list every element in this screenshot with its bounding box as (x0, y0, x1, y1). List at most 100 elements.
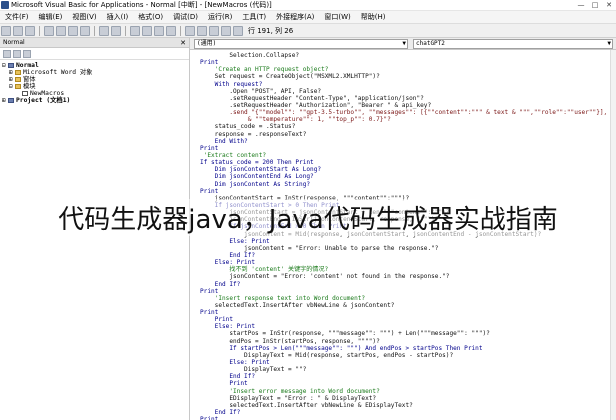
code-line: jsonContent = "Error: 'content' not foun… (200, 273, 450, 281)
code-line: Print (200, 316, 234, 324)
maximize-button[interactable]: □ (588, 0, 602, 11)
tree-item[interactable]: ⊞ Project (文档1) (2, 97, 189, 104)
properties-icon[interactable] (197, 25, 207, 36)
tree-item-label: Normal (16, 62, 39, 69)
find-icon[interactable] (80, 25, 90, 36)
menu-edit[interactable]: 编辑(E) (34, 12, 68, 22)
code-line: Else: Print (200, 359, 270, 367)
menu-format[interactable]: 格式(O) (133, 12, 168, 22)
tree-item[interactable]: ⊞ 窗体 (2, 76, 189, 83)
menu-bar: 文件(F) 编辑(E) 视图(V) 插入(I) 格式(O) 调试(D) 运行(R… (0, 11, 616, 24)
code-line: Dim jsonContentStart As Long? (200, 166, 322, 174)
code-line: Print (200, 144, 219, 152)
menu-help[interactable]: 帮助(H) (356, 12, 391, 22)
tree-item[interactable]: NewMacros (2, 90, 189, 97)
code-line: Print (200, 380, 248, 388)
paste-icon[interactable] (68, 25, 78, 36)
toggle-folders-icon[interactable] (23, 49, 31, 58)
view-code-icon[interactable] (3, 49, 11, 58)
toolbox-icon[interactable] (221, 25, 231, 36)
copy-icon[interactable] (56, 25, 66, 36)
menu-run[interactable]: 运行(R) (203, 12, 237, 22)
code-line: 'Insert error message into Word document… (200, 387, 380, 395)
title-bar: Microsoft Visual Basic for Applications … (0, 0, 616, 11)
close-window-button[interactable]: ✕ (602, 0, 616, 11)
toolbar-separator (180, 25, 181, 36)
run-icon[interactable] (130, 25, 140, 36)
save-icon[interactable] (25, 25, 35, 36)
menu-window[interactable]: 窗口(W) (319, 12, 355, 22)
folder-icon (15, 77, 21, 82)
toolbar-separator (94, 25, 95, 36)
code-line: 'Extract content? (200, 151, 267, 159)
menu-tools[interactable]: 工具(T) (237, 12, 271, 22)
insert-module-icon[interactable] (13, 25, 23, 36)
object-dropdown[interactable]: (通用) ▼ (194, 39, 408, 49)
tree-item[interactable]: ⊞ Microsoft Word 对象 (2, 69, 189, 76)
code-line: End If? (200, 251, 256, 259)
design-mode-icon[interactable] (166, 25, 176, 36)
code-line: selectedText.InsertAfter vbNewLine & EDi… (200, 401, 413, 409)
project-explorer-toolbar (0, 48, 189, 60)
minimize-button[interactable]: — (574, 0, 588, 11)
cut-icon[interactable] (44, 25, 54, 36)
undo-icon[interactable] (99, 25, 109, 36)
code-line: .setRequestHeader "Authorization", "Bear… (200, 101, 432, 109)
tree-item-label: 模块 (23, 83, 36, 90)
project-explorer-icon[interactable] (185, 25, 195, 36)
code-line: jsonContent = "Error: Unable to parse th… (200, 244, 439, 252)
code-line: Print (200, 416, 219, 420)
code-line: .setRequestHeader "Content-Type", "appli… (200, 94, 424, 102)
code-line: status_code = .Status? (200, 123, 296, 131)
project-explorer-title: Normal (3, 39, 25, 46)
tree-item[interactable]: ⊟ Normal (2, 62, 189, 69)
menu-file[interactable]: 文件(F) (0, 12, 34, 22)
menu-addins[interactable]: 外接程序(A) (271, 12, 319, 22)
procedure-dropdown-value: chatGPT2 (416, 40, 445, 47)
chevron-down-icon: ▼ (402, 40, 406, 47)
standard-toolbar: 行 191, 列 26 (0, 24, 616, 38)
toolbar-separator (39, 25, 40, 36)
code-line: End If? (200, 373, 256, 381)
window-controls: — □ ✕ (574, 0, 616, 11)
code-line: EDisplayText = "Error : " & DisplayText? (200, 394, 377, 402)
code-line: .send "{""model"": ""gpt-3.5-turbo"", ""… (200, 109, 614, 117)
view-object-icon[interactable] (13, 49, 21, 58)
tree-item-label: Microsoft Word 对象 (23, 69, 93, 76)
object-browser-icon[interactable] (209, 25, 219, 36)
code-line: selectedText.InsertAfter vbNewLine & jso… (200, 301, 395, 309)
code-line: If startPos > Len("""message"": """) And… (200, 344, 483, 352)
code-line: response = .responseText? (200, 130, 307, 138)
overlay-caption: 代码生成器java，Java代码生成器实战指南 (0, 196, 616, 238)
code-line: endPos = InStr(startPos, response, """")… (200, 337, 380, 345)
menu-debug[interactable]: 调试(D) (168, 12, 203, 22)
tree-item[interactable]: ⊟ 模块 (2, 83, 189, 90)
chevron-down-icon: ▼ (607, 40, 611, 47)
menu-view[interactable]: 视图(V) (67, 12, 101, 22)
menu-insert[interactable]: 插入(I) (102, 12, 134, 22)
close-panel-button[interactable]: ✕ (180, 38, 186, 48)
code-window-combos: (通用) ▼ chatGPT2 ▼ (190, 38, 616, 50)
vba-app-icon (1, 1, 9, 9)
tree-item-label: 窗体 (23, 76, 36, 83)
code-line: Print (200, 287, 219, 295)
tree-item-label: Project (文档1) (16, 97, 71, 104)
procedure-dropdown[interactable]: chatGPT2 ▼ (413, 39, 613, 49)
folder-icon (15, 84, 21, 89)
code-line: End If? (200, 280, 241, 288)
code-line: Dim jsonContentEnd As Long? (200, 173, 314, 181)
code-line: End With? (200, 137, 248, 145)
project-icon (8, 98, 14, 103)
code-line: Else: Print (200, 323, 256, 331)
word-view-icon[interactable] (1, 25, 11, 36)
help-icon[interactable] (233, 25, 243, 36)
code-line: If status_code = 200 Then Print (200, 159, 314, 167)
code-line: 'Create an HTTP request object? (200, 66, 329, 74)
break-icon[interactable] (142, 25, 152, 36)
project-explorer-header: Normal ✕ (0, 38, 189, 48)
project-icon (8, 63, 14, 68)
code-line: 找不到 'content' 关键字的情况? (200, 266, 329, 274)
folder-icon (15, 70, 21, 75)
redo-icon[interactable] (111, 25, 121, 36)
reset-icon[interactable] (154, 25, 164, 36)
